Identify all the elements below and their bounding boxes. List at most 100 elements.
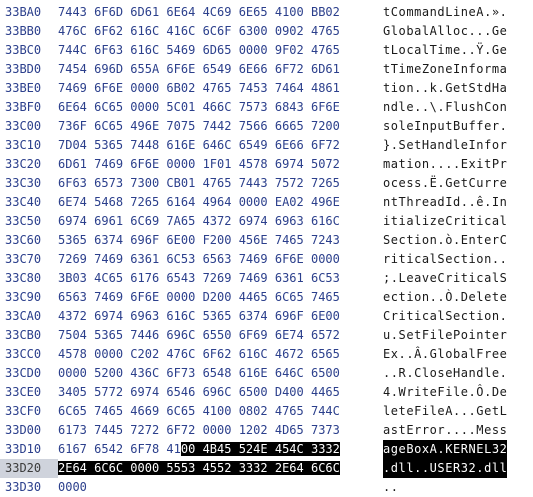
hex-word[interactable]: 7504 [58, 328, 87, 342]
hex-word[interactable]: 9F02 [275, 43, 304, 57]
ascii-row[interactable]: tion..k.GetStdHa [383, 79, 507, 98]
hex-word[interactable]: 456E [239, 233, 268, 247]
ascii-row[interactable]: soleInputBuffer. [383, 117, 507, 136]
hex-word[interactable]: 7566 [239, 119, 268, 133]
hex-word[interactable]: 0000 [130, 81, 159, 95]
hex-word[interactable]: 6F6E [94, 81, 123, 95]
hex-word[interactable]: 7465 [94, 404, 123, 418]
hex-word[interactable]: 5772 [94, 385, 123, 399]
ascii-row[interactable]: riticalSection.. [383, 250, 507, 269]
hex-word[interactable]: 3332 [310, 442, 340, 456]
hex-word[interactable]: 4552 [202, 461, 232, 475]
hex-word[interactable]: C202 [130, 347, 159, 361]
hex-row[interactable]: 4372 6974 6963 616C 5365 6374 696F 6E00 [58, 307, 340, 326]
hex-word[interactable]: 7464 [275, 81, 304, 95]
hex-word[interactable]: 6500 [239, 385, 268, 399]
hex-word[interactable]: 4765 [311, 43, 340, 57]
hex-word[interactable]: 7075 [166, 119, 195, 133]
hex-word[interactable]: 616E [239, 366, 268, 380]
ascii-row[interactable]: ntThreadId..ê.In [383, 193, 507, 212]
hex-word[interactable]: 6C53 [311, 271, 340, 285]
hex-word[interactable]: 7446 [130, 328, 159, 342]
hex-row[interactable]: 4578 0000 C202 476C 6F62 616C 4672 6565 [58, 345, 340, 364]
hex-word[interactable]: 466C [203, 100, 232, 114]
hex-word[interactable]: 6F6E [275, 252, 304, 266]
hex-row[interactable]: 736F 6C65 496E 7075 7442 7566 6665 7200 [58, 117, 340, 136]
hex-word[interactable]: 6C6F [203, 24, 232, 38]
hex-word[interactable]: 6E00 [166, 233, 195, 247]
hex-word[interactable]: 476C [166, 347, 195, 361]
hex-word[interactable]: 2E64 [274, 461, 304, 475]
ascii-row[interactable]: .dll..USER32.dll [383, 459, 508, 478]
hex-word[interactable]: 616C [311, 214, 340, 228]
hex-word[interactable]: 6546 [166, 385, 195, 399]
hex-word[interactable]: 6963 [130, 309, 159, 323]
hex-word[interactable]: 6572 [311, 328, 340, 342]
hex-word[interactable]: 6E65 [239, 5, 268, 19]
hex-row[interactable]: 3405 5772 6974 6546 696C 6500 D400 4465 [58, 383, 340, 402]
hex-word[interactable]: 7573 [239, 100, 268, 114]
ascii-row[interactable]: mation....ExitPr [383, 155, 507, 174]
hex-word[interactable]: 4372 [203, 214, 232, 228]
hex-word[interactable]: 5468 [94, 195, 123, 209]
hex-word[interactable]: 6D61 [130, 5, 159, 19]
hex-word[interactable]: 7A65 [166, 214, 195, 228]
hex-word[interactable]: 696C [166, 328, 195, 342]
hex-word[interactable]: 6F72 [311, 138, 340, 152]
hex-word[interactable]: 6C65 [94, 119, 123, 133]
hex-word[interactable]: D400 [275, 385, 304, 399]
hex-word[interactable]: 646C [203, 138, 232, 152]
hex-word[interactable]: 616C [166, 309, 195, 323]
hex-word[interactable]: 6665 [275, 119, 304, 133]
hex-word[interactable]: 4D65 [275, 423, 304, 437]
ascii-row[interactable]: itializeCritical [383, 212, 507, 231]
hex-word[interactable]: 7D04 [58, 138, 87, 152]
hex-word[interactable]: 5365 [58, 233, 87, 247]
hex-row[interactable]: 7469 6F6E 0000 6B02 4765 7453 7464 4861 [58, 79, 340, 98]
ascii-row[interactable]: leteFileA...GetL [383, 402, 507, 421]
hex-word[interactable]: 7469 [58, 81, 87, 95]
hex-word[interactable]: 6F63 [94, 43, 123, 57]
hex-word[interactable]: 4465 [239, 290, 268, 304]
hex-word[interactable]: 0802 [239, 404, 268, 418]
hex-word[interactable]: 454C [274, 442, 304, 456]
hex-word[interactable]: 7265 [130, 195, 159, 209]
hex-word[interactable]: 4765 [203, 81, 232, 95]
hex-word[interactable]: 6500 [311, 366, 340, 380]
hex-word[interactable]: 4578 [239, 157, 268, 171]
hex-word[interactable]: 6961 [94, 214, 123, 228]
hex-word[interactable]: 1202 [239, 423, 268, 437]
hex-word[interactable]: 6550 [203, 328, 232, 342]
hex-row[interactable]: 7269 7469 6361 6C53 6563 7469 6F6E 0000 [58, 250, 340, 269]
hex-word[interactable]: 7373 [311, 423, 340, 437]
hex-word[interactable]: 6F6E [130, 290, 159, 304]
hex-word[interactable]: 7443 [239, 176, 268, 190]
hex-word[interactable]: 4964 [203, 195, 232, 209]
hex-word[interactable]: 6F62 [203, 347, 232, 361]
hex-word[interactable]: 7469 [94, 252, 123, 266]
ascii-row[interactable]: 4.WriteFile.Ô.De [383, 383, 507, 402]
hex-word[interactable]: 4669 [130, 404, 159, 418]
hex-word[interactable]: 0000 [311, 252, 340, 266]
hex-row[interactable]: 6D61 7469 6F6E 0000 1F01 4578 6974 5072 [58, 155, 340, 174]
hex-word[interactable]: 6563 [203, 252, 232, 266]
hex-word[interactable]: 4765 [275, 404, 304, 418]
hex-word[interactable]: 436C [130, 366, 159, 380]
ascii-row[interactable]: astError....Mess [383, 421, 507, 440]
hex-row[interactable]: 6E74 5468 7265 6164 4964 0000 EA02 496E [58, 193, 340, 212]
hex-row[interactable]: 7504 5365 7446 696C 6550 6F69 6E74 6572 [58, 326, 340, 345]
hex-word[interactable]: 0902 [275, 24, 304, 38]
hex-word[interactable]: 7265 [311, 176, 340, 190]
hex-word[interactable]: 6974 [130, 385, 159, 399]
hex-word[interactable]: 696C [203, 385, 232, 399]
hex-row[interactable]: 7D04 5365 7448 616E 646C 6549 6E66 6F72 [58, 136, 340, 155]
hex-word[interactable]: 4100 [166, 442, 196, 456]
hex-word[interactable]: 6C65 [94, 100, 123, 114]
hex-word[interactable]: 6963 [275, 214, 304, 228]
hex-word[interactable]: 6E64 [166, 5, 195, 19]
hex-word[interactable]: 6D61 [311, 62, 340, 76]
hex-word[interactable]: 0000 [58, 480, 87, 494]
hex-word[interactable]: 616C [239, 347, 268, 361]
hex-word[interactable]: 6543 [166, 271, 195, 285]
hex-word[interactable]: BB02 [311, 5, 340, 19]
